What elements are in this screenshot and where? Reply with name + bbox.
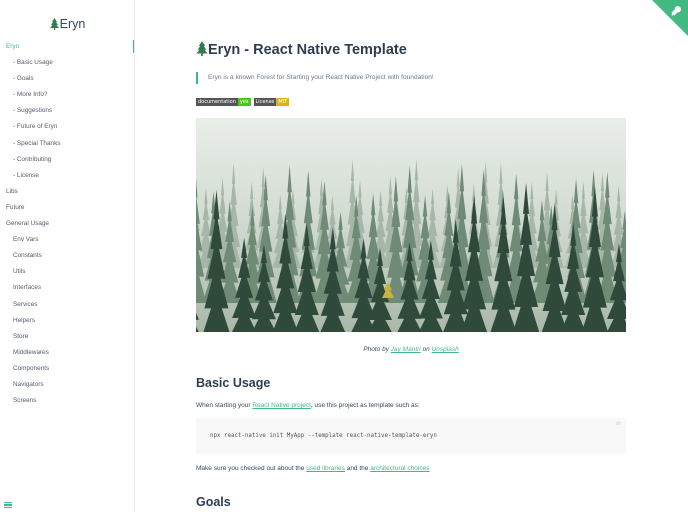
code-lang-label: sh [615,421,621,427]
sidebar-item[interactable]: - Special Thanks [0,136,134,152]
sidebar-item[interactable]: General Usage [0,216,134,232]
badge-label: documentation [196,98,238,106]
basic-usage-intro: When starting your React Native project,… [196,402,420,409]
sidebar-item[interactable]: Env Vars [0,232,134,248]
used-libraries-link[interactable]: used libraries [306,465,345,472]
sidebar-item[interactable]: Components [0,361,134,377]
basic-usage-heading: Basic Usage [196,376,271,390]
tagline-quote: Eryn is a known Forest for Starting your… [196,72,434,84]
sidebar-item[interactable]: Store [0,329,134,345]
tree-icon [49,18,59,30]
badge-row: documentation yes License MIT [196,98,290,106]
tree-icon [196,41,208,56]
basic-usage-outro: Make sure you checked out about the used… [196,465,429,472]
sidebar-item[interactable]: - Basic Usage [0,55,134,71]
install-command[interactable]: npx react-native init MyApp --template r… [210,433,437,439]
sidebar-item[interactable]: Constants [0,248,134,264]
badge-value: yes [237,98,251,106]
sidebar-item[interactable]: Interfaces [0,280,134,296]
caption-middle: on [422,346,430,353]
badge-label: License [253,98,277,106]
sidebar-item[interactable]: Eryn [0,39,134,55]
documentation-badge[interactable]: documentation yes [196,98,251,106]
sidebar: Eryn Eryn - Basic Usage - Goals - More Info… [0,0,135,512]
photo-caption: Photo by Jay Mantri on Unsplash [196,346,626,353]
sidebar-item[interactable]: - Goals [0,71,134,87]
forest-hero-image [196,118,626,332]
sidebar-item[interactable]: Navigators [0,377,134,393]
sidebar-item[interactable]: Future [0,200,134,216]
sidebar-nav: Eryn - Basic Usage - Goals - More Info? - Su… [0,39,134,409]
goals-heading: Goals [196,495,231,509]
outro-middle: and the [346,465,369,472]
author-link[interactable]: Jay Mantri [391,346,421,353]
code-block[interactable]: sh npx react-native init MyApp --templat… [196,418,626,454]
architectural-choices-link[interactable]: architectural choices [370,465,429,472]
sidebar-item[interactable]: - Contributing [0,152,134,168]
sidebar-item[interactable]: - License [0,168,134,184]
brand-name: Eryn [59,17,86,31]
badge-value: MIT [276,98,290,106]
brand-logo[interactable]: Eryn [0,17,134,31]
sidebar-item[interactable]: - Suggestions [0,103,134,119]
caption-prefix: Photo by [363,346,389,353]
sidebar-item[interactable]: Helpers [0,313,134,329]
outro-prefix: Make sure you checked out about the [196,465,305,472]
sidebar-item[interactable]: - More Info? [0,87,134,103]
unsplash-link[interactable]: Unsplash [432,346,459,353]
sidebar-item[interactable]: Libs [0,184,134,200]
github-corner-icon[interactable] [652,0,688,36]
sidebar-item[interactable]: Utils [0,264,134,280]
sidebar-item[interactable]: - Future of Eryn [0,119,134,135]
sidebar-item[interactable]: Services [0,297,134,313]
sidebar-item[interactable]: Screens [0,393,134,409]
sidebar-item[interactable]: Middlewares [0,345,134,361]
intro-prefix: When starting your [196,402,251,409]
page-title-text: Eryn - React Native Template [208,42,407,58]
license-badge[interactable]: License MIT [253,98,290,106]
intro-suffix: , use this project as template such as: [310,402,420,409]
page-title: Eryn - React Native Template [196,41,407,58]
react-native-link[interactable]: React Native project [252,402,311,409]
menu-toggle-icon[interactable] [4,502,12,509]
tagline-text: Eryn is a known Forest for Starting your… [208,74,434,81]
